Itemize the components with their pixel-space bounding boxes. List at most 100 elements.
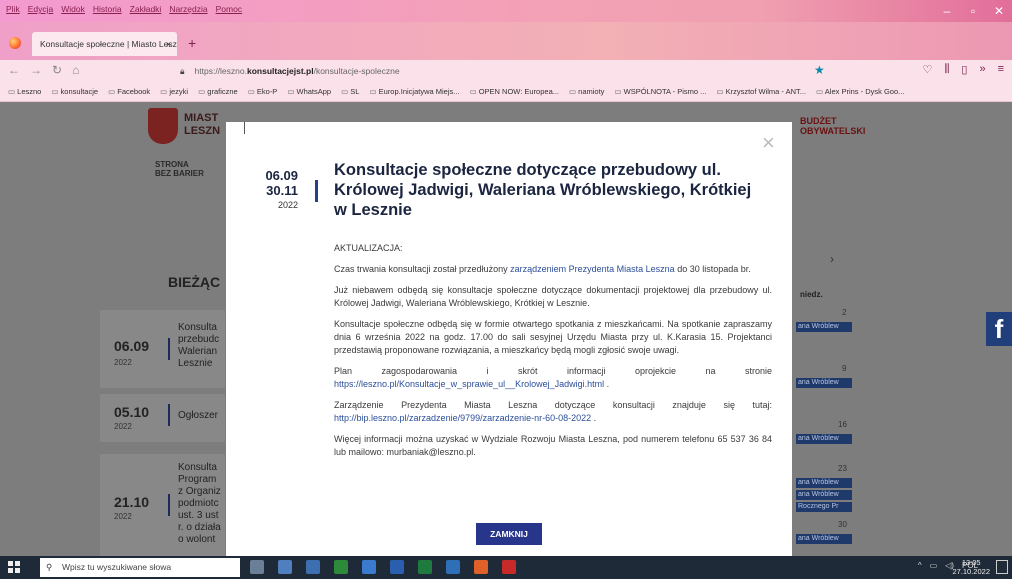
sidebar-icon[interactable]: ▯ [961,63,967,76]
bookmark-item[interactable]: WSPÓLNOTA - Pismo ... [614,87,707,96]
excel-icon[interactable] [418,560,432,574]
paragraph-meeting: Konsultacje społeczne odbędą się w formi… [334,319,772,355]
firefox-icon [9,37,21,49]
bookmark-item[interactable]: Krzysztof Wilma - ANT... [716,87,806,96]
calendar-event[interactable]: ana Wróblew [796,534,852,544]
bip-link[interactable]: http://bip.leszno.pl/zarzadzenie/9799/za… [334,413,591,423]
windows-start-icon[interactable] [8,561,20,573]
zarzadzenie-link[interactable]: zarządzeniem Prezydenta Miasta Leszna [510,264,675,274]
app-icon[interactable] [446,560,460,574]
bookmark-item[interactable]: OPEN NOW: Europea... [470,87,559,96]
calendar-day: 23 [838,464,847,473]
site-logo[interactable]: MIAST LESZN [184,112,220,138]
barrier-line1: STRONA [155,160,189,169]
bookmark-star-icon[interactable]: ★ [814,63,825,77]
pocket-icon[interactable]: ♡ [922,63,932,76]
card-text: Konsulta przebudc Walerian Lesznie [178,322,220,369]
calendar-event[interactable]: Rocznego Pr [796,502,852,512]
bookmark-item[interactable]: WhatsApp [287,87,332,96]
reload-icon[interactable]: ↻ [52,63,62,77]
card-year: 2022 [114,422,132,431]
app-icon[interactable] [306,560,320,574]
bookmark-item[interactable]: namioty [569,87,604,96]
tab-title: Konsultacje społeczne | Miasto Leszn [40,39,177,49]
list-item[interactable]: 05.10 2022 Ogłoszer [100,394,225,442]
menu-icon[interactable]: ≡ [998,63,1004,76]
consultation-modal: × 06.09 30.11 2022 Konsultacje społeczne… [226,122,792,556]
calendar-next-icon[interactable]: › [830,252,834,266]
bookmark-item[interactable]: Facebook [108,87,150,96]
budzet-line2: OBYWATELSKI [800,126,866,136]
forward-icon[interactable]: → [30,63,42,77]
budzet-link[interactable]: BUDŻET OBYWATELSKI [800,116,865,136]
calendar-event[interactable]: ana Wróblew [796,434,852,444]
calendar-event[interactable]: ana Wróblew [796,378,852,388]
acrobat-icon[interactable] [502,560,516,574]
modal-scroll-marker [244,122,245,134]
bookmark-item[interactable]: Eko-P [248,87,277,96]
bookmark-item[interactable]: konsultacje [51,87,99,96]
menu-plik[interactable]: Plik [6,4,20,14]
logo-line2: LESZN [184,125,221,137]
paragraph-plan: Plan zagospodarowania i skrót informacji… [334,365,772,391]
close-icon[interactable]: × [762,130,775,156]
close-window-icon[interactable]: ✕ [986,0,1012,22]
bookmark-item[interactable]: graficzne [198,87,237,96]
menu-pomoc[interactable]: Pomoc [216,4,242,14]
address-bar[interactable]: 🔒︎ https://leszno.konsultacjejst.pl/konsu… [180,63,820,79]
p5-text: Zarządzenie Prezydenta Miasta Leszna dot… [334,400,772,410]
lock-icon[interactable]: 🔒︎ [180,63,185,79]
word-icon[interactable] [390,560,404,574]
bookmark-item[interactable]: Leszno [8,87,41,96]
paragraph-contact: Więcej informacji można uzyskać w Wydzia… [334,434,772,457]
bookmark-item[interactable]: jezyki [160,87,188,96]
facebook-icon[interactable]: f [986,312,1012,346]
card-divider [168,338,170,360]
menu-narzedzia[interactable]: Narzędzia [169,4,207,14]
calendar-event[interactable]: ana Wróblew [796,478,852,488]
menu-edycja[interactable]: Edycja [28,4,54,14]
section-title: BIEŻĄC [168,274,221,290]
tray-arrow-icon[interactable]: ^ [918,561,922,570]
firefox-taskbar-icon[interactable] [474,560,488,574]
tab-konsultacje[interactable]: Konsultacje społeczne | Miasto Leszn × [32,32,177,56]
app-icon[interactable] [362,560,376,574]
network-icon[interactable]: ▭ [930,561,938,570]
task-view-icon[interactable] [250,560,264,574]
tab-close-icon[interactable]: × [166,32,171,56]
back-icon[interactable]: ← [8,63,20,77]
calendar-day: 30 [838,520,847,529]
minimize-icon[interactable]: – [934,0,960,22]
accessibility-link[interactable]: STRONA BEZ BARIER [155,160,204,178]
close-button[interactable]: ZAMKNIJ [476,523,542,545]
library-icon[interactable]: ⫼ [944,63,949,76]
calendar-day: 2 [842,308,847,317]
clock-date: 27.10.2022 [952,567,990,576]
bookmark-item[interactable]: SL [341,87,359,96]
card-date: 21.10 [114,494,150,510]
url-path: /konsultacje-spoleczne [313,66,400,76]
new-tab-button[interactable]: + [188,35,196,51]
bookmark-item[interactable]: Alex Prins - Dysk Goo... [816,87,905,96]
taskbar-search-input[interactable]: ⚲ Wpisz tu wyszukiwane słowa [40,558,240,577]
calendar-event[interactable]: ana Wróblew [796,322,852,332]
calendar-event[interactable]: ana Wróblew [796,490,852,500]
notification-icon[interactable] [996,560,1008,574]
home-icon[interactable]: ⌂ [72,63,79,77]
app-icon[interactable] [334,560,348,574]
bookmarks-bar: Leszno konsultacje Facebook jezyki grafi… [0,82,1012,102]
paragraph-intro: Już niebawem odbędą się konsultacje społ… [334,285,772,308]
maximize-icon[interactable]: ▫ [960,0,986,22]
list-item[interactable]: 06.09 2022 Konsulta przebudc Walerian Le… [100,310,225,388]
list-item[interactable]: 21.10 2022 Konsulta Program z Organiz po… [100,454,225,556]
menu-widok[interactable]: Widok [61,4,85,14]
menu-zakladki[interactable]: Zakładki [130,4,162,14]
explorer-icon[interactable] [278,560,292,574]
overflow-icon[interactable]: » [979,63,985,76]
plan-link[interactable]: https://leszno.pl/Konsultacje_w_sprawie_… [334,379,604,389]
clock[interactable]: 13:05 27.10.2022 [952,558,990,576]
bookmark-item[interactable]: Europ.Inicjatywa Miejs... [369,87,460,96]
modal-title: Konsultacje społeczne dotyczące przebudo… [334,161,752,219]
menu-historia[interactable]: Historia [93,4,122,14]
paragraph-extension: Czas trwania konsultacji został przedłuż… [334,263,772,276]
